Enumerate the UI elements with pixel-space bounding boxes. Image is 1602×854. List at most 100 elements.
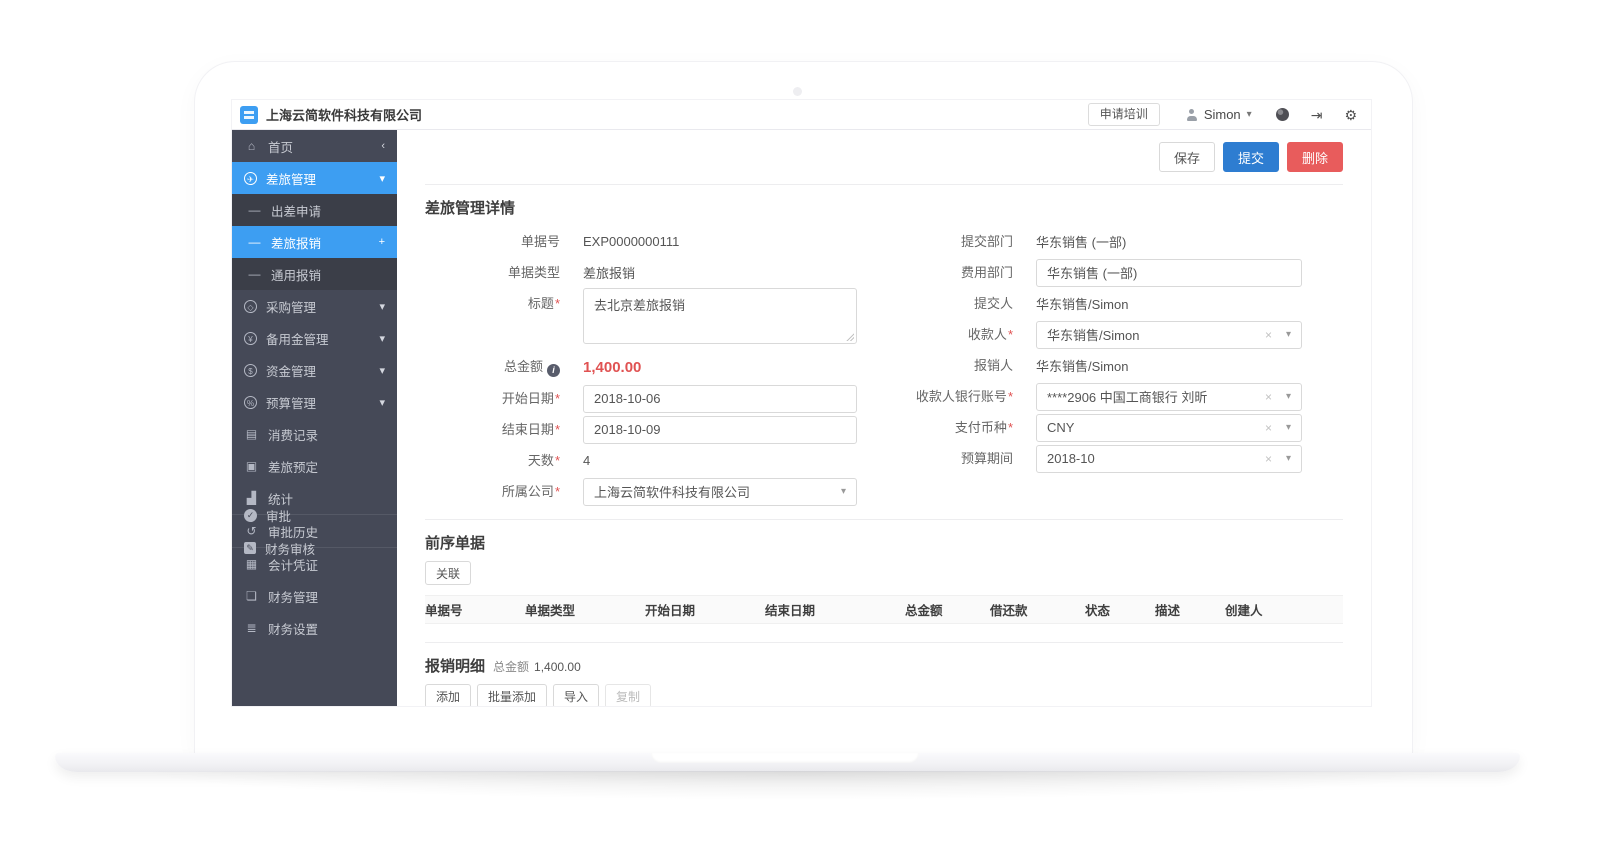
start-date-row: 开始日期*2018-10-06 [425,383,857,414]
clear-icon[interactable]: × [1265,391,1272,403]
detail-form: 单据号EXP0000000111单据类型差旅报销标题*去北京差旅报销总金额i1,… [425,226,1343,507]
payee-bank-account-value: ****2906 中国工商银行 刘昕 [1047,387,1207,406]
link-docs-button[interactable]: 关联 [425,561,471,585]
table-column-header: 创建人 [1225,600,1305,619]
sidebar-item[interactable]: ▣差旅预定 [232,450,397,482]
chevron-down-icon: ▾ [379,364,385,377]
table-column-header: 总金额 [905,600,990,619]
plus-icon: + [379,236,385,248]
training-request-button[interactable]: 申请培训 [1088,103,1160,126]
sidebar-item[interactable]: —通用报销 [232,258,397,290]
company-select[interactable]: 上海云简软件科技有限公司 ▾ [583,478,857,506]
laptop-notch [651,753,919,763]
sign-out-icon[interactable]: ⇥ [1311,108,1323,122]
table-column-header: 描述 [1155,600,1225,619]
table-column-header: 单据号 [425,600,525,619]
bill-type-row: 单据类型差旅报销 [425,257,857,288]
budget-period-select[interactable]: 2018-10×▾ [1036,445,1302,473]
copy-button: 复制 [605,684,651,706]
chevron-down-icon[interactable]: ▾ [1286,423,1291,433]
user-menu[interactable]: Simon ▾ [1186,107,1252,122]
company-value: 上海云简软件科技有限公司 [594,482,750,501]
sidebar-item-label: 资金管理 [266,361,316,380]
title-textarea[interactable]: 去北京差旅报销 [583,288,857,344]
pettycash-circle-icon: ¥ [244,332,257,345]
expense-dept-input[interactable]: 华东销售 (一部) [1036,259,1302,287]
sidebar-item[interactable]: ▟统计 [232,482,397,514]
submit-button[interactable]: 提交 [1223,142,1279,172]
sidebar-item[interactable]: ◇采购管理▾ [232,290,397,322]
chevron-down-icon[interactable]: ▾ [841,487,846,497]
sidebar-item-label: 出差申请 [271,201,321,220]
required-asterisk: * [555,391,560,406]
reimburser-label: 报销人 [888,357,1013,374]
expense-dept-value: 华东销售 (一部) [1047,263,1137,282]
sidebar-item[interactable]: ⌂首页‹ [232,130,397,162]
payee-select[interactable]: 华东销售/Simon × ▾ [1036,321,1302,349]
table-column-header: 结束日期 [765,600,905,619]
pay-currency-select[interactable]: CNY×▾ [1036,414,1302,442]
sidebar-item[interactable]: ¥备用金管理▾ [232,322,397,354]
chevron-down-icon: ▾ [379,396,385,409]
payee-value: 华东销售/Simon [1047,325,1139,344]
sidebar-item[interactable]: ▤消费记录 [232,418,397,450]
expense-dept-row: 费用部门华东销售 (一部) [888,257,1302,288]
payee-row: 收款人* 华东销售/Simon × ▾ [888,319,1302,350]
sidebar-item[interactable]: ✈差旅管理▾ [232,162,397,194]
divider [425,642,1343,643]
history-icon: ↺ [244,525,259,537]
presequence-section-title: 前序单据 [425,532,1343,553]
add-button[interactable]: 添加 [425,684,471,706]
bill-type-value: 差旅报销 [583,263,635,282]
check-circle-icon: ✓ [244,509,257,522]
clear-icon[interactable]: × [1265,422,1272,434]
audit-icon: ✎ [244,542,256,554]
days-label: 天数* [425,452,560,469]
sidebar-item[interactable]: %预算管理▾ [232,386,397,418]
payee-label: 收款人* [888,326,1013,343]
reimburser-row: 报销人华东销售/Simon [888,350,1302,381]
clear-icon[interactable]: × [1265,453,1272,465]
payee-bank-account-row: 收款人银行账号*****2906 中国工商银行 刘昕×▾ [888,381,1302,412]
delete-button[interactable]: 删除 [1287,142,1343,172]
total-amount-value: 1,400.00 [583,359,641,376]
sidebar-item[interactable]: ≣财务设置 [232,612,397,644]
sidebar: ⌂首页‹✈差旅管理▾—出差申请—差旅报销+—通用报销◇采购管理▾¥备用金管理▾$… [232,130,397,706]
app-topbar: 上海云简软件科技有限公司 申请培训 Simon ▾ ⇥ ⚙ [232,100,1371,130]
chevron-down-icon: ▾ [379,332,385,345]
table-column-header: 状态 [1085,600,1155,619]
sidebar-item[interactable]: —差旅报销+ [232,226,397,258]
end-date-input[interactable]: 2018-10-09 [583,416,857,444]
sidebar-item-label: 首页 [268,137,293,156]
sidebar-item-label: 采购管理 [266,297,316,316]
sidebar-item-label: 差旅预定 [268,457,318,476]
chevron-down-icon: ▾ [379,300,385,313]
settings-gear-icon[interactable]: ⚙ [1344,108,1357,122]
sidebar-item[interactable]: —出差申请 [232,194,397,226]
laptop-screen: 上海云简软件科技有限公司 申请培训 Simon ▾ ⇥ ⚙ ⌂首页‹✈差旅管理▾… [195,62,1412,753]
sidebar-item-label: 财务管理 [268,587,318,606]
payee-bank-account-select[interactable]: ****2906 中国工商银行 刘昕 × ▾ [1036,383,1302,411]
clear-icon[interactable]: × [1265,329,1272,341]
globe-icon[interactable] [1276,108,1289,121]
chevron-down-icon[interactable]: ▾ [1286,454,1291,464]
budget-period-row: 预算期间2018-10×▾ [888,443,1302,474]
sidebar-item[interactable]: $资金管理▾ [232,354,397,386]
batch-add-button[interactable]: 批量添加 [477,684,547,706]
laptop-shadow [110,771,1490,801]
end-date-value: 2018-10-09 [594,422,661,437]
chevron-down-icon[interactable]: ▾ [1286,392,1291,402]
start-date-input[interactable]: 2018-10-06 [583,385,857,413]
sidebar-item-label: 预算管理 [266,393,316,412]
import-button[interactable]: 导入 [553,684,599,706]
home-icon: ⌂ [244,140,259,152]
required-asterisk: * [555,453,560,468]
sidebar-item[interactable]: ❏财务管理 [232,580,397,612]
title-label: 标题* [425,288,560,312]
chevron-down-icon[interactable]: ▾ [1286,330,1291,340]
calculator-icon: ▦ [244,558,259,570]
submitter-label: 提交人 [888,295,1013,312]
save-button[interactable]: 保存 [1159,142,1215,172]
plane-circle-icon: ✈ [244,172,257,185]
chevron-down-icon: ▾ [379,172,385,185]
